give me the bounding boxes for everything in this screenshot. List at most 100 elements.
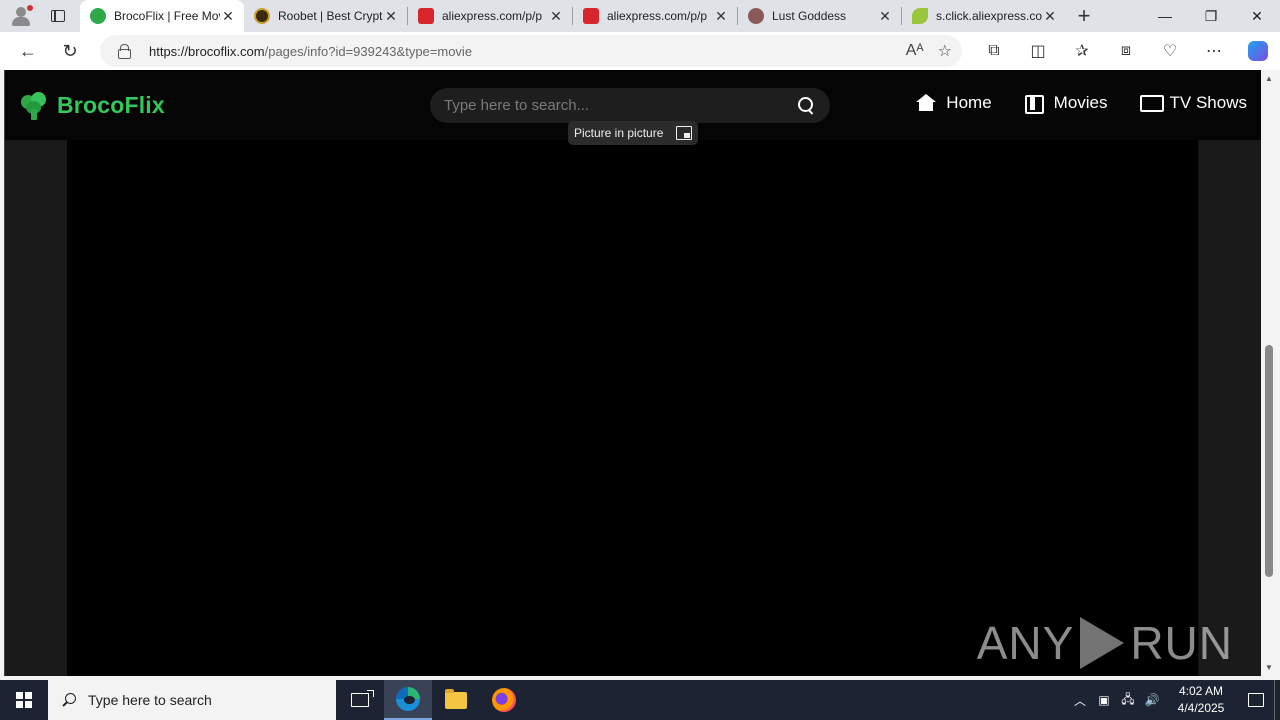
close-icon[interactable]: ✕ — [548, 8, 564, 24]
search-icon[interactable] — [798, 97, 814, 113]
roobet-icon — [254, 8, 270, 24]
file-explorer-button[interactable] — [432, 680, 480, 720]
web-page: BrocoFlix Home Movies TV Shows Picture i… — [4, 70, 1261, 676]
restore-button[interactable]: ❐ — [1188, 0, 1234, 32]
new-tab-button[interactable]: + — [1066, 0, 1102, 32]
show-desktop-button[interactable] — [1274, 680, 1280, 720]
close-icon[interactable]: ✕ — [1042, 8, 1058, 24]
read-aloud-icon[interactable]: Aᴬ — [906, 42, 924, 60]
volume-icon[interactable]: 🔊 — [1140, 680, 1164, 720]
taskbar-search-placeholder: Type here to search — [88, 692, 212, 708]
tab-brocoflix[interactable]: BrocoFlix | Free Movies ✕ — [80, 0, 244, 32]
close-icon[interactable]: ✕ — [383, 8, 399, 24]
browser-essentials-icon[interactable]: ♡ — [1148, 32, 1192, 70]
broccoli-logo-icon — [19, 90, 49, 120]
close-icon[interactable]: ✕ — [220, 8, 236, 24]
site-nav: Home Movies TV Shows — [916, 93, 1247, 114]
nav-tv-shows-label: TV Shows — [1169, 93, 1247, 112]
notification-icon — [1248, 693, 1264, 707]
firefox-icon — [492, 688, 516, 712]
close-icon[interactable]: ✕ — [877, 8, 893, 24]
pip-icon — [676, 126, 692, 140]
collections-icon[interactable]: ⧈ — [1104, 32, 1148, 70]
extensions-icon[interactable]: ⧉ — [972, 32, 1016, 70]
lust-goddess-icon — [748, 8, 764, 24]
play-triangle-icon — [1080, 617, 1125, 669]
tab-title: BrocoFlix | Free Movies — [114, 9, 220, 23]
site-search — [430, 88, 830, 123]
watermark-left: ANY — [976, 617, 1075, 669]
meet-now-icon[interactable]: ▣ — [1092, 680, 1116, 720]
picture-in-picture-button[interactable]: Picture in picture — [568, 121, 698, 145]
aliexpress-icon — [418, 8, 434, 24]
folder-icon — [445, 688, 467, 709]
lock-icon[interactable] — [118, 44, 132, 59]
back-button[interactable]: ← — [7, 32, 49, 70]
address-bar[interactable]: https://brocoflix.com/pages/info?id=9392… — [100, 35, 962, 67]
browser-toolbar: ← ↻ https://brocoflix.com/pages/info?id=… — [0, 32, 1280, 70]
page-scrollbar[interactable]: ▲ ▼ — [1261, 70, 1280, 676]
scroll-up-icon[interactable]: ▲ — [1265, 74, 1273, 83]
aliexpress-icon — [583, 8, 599, 24]
start-button[interactable] — [0, 680, 48, 720]
copilot-icon[interactable] — [1236, 32, 1280, 70]
edge-icon — [396, 687, 420, 711]
tv-icon — [1139, 94, 1164, 112]
video-player[interactable] — [67, 140, 1198, 676]
url-text[interactable]: https://brocoflix.com/pages/info?id=9392… — [149, 44, 472, 59]
tab-title: s.click.aliexpress.co — [936, 9, 1042, 23]
broccoli-icon — [90, 8, 106, 24]
split-screen-icon[interactable]: ◫ — [1016, 32, 1060, 70]
window-controls: — ❐ ✕ — [1142, 0, 1280, 32]
tab-lust-goddess[interactable]: Lust Goddess ✕ — [738, 0, 901, 32]
nav-tv-shows[interactable]: TV Shows — [1139, 93, 1247, 113]
favorites-icon[interactable]: ✰ — [1060, 32, 1104, 70]
clock-date: 4/4/2025 — [1177, 701, 1225, 715]
scroll-down-icon[interactable]: ▼ — [1265, 663, 1273, 672]
system-tray: ︿ ▣ 🖧 🔊 4:02 AM 4/4/2025 — [1068, 680, 1280, 720]
tab-aliexpress-1[interactable]: aliexpress.com/p/p ✕ — [408, 0, 572, 32]
minimize-button[interactable]: — — [1142, 0, 1188, 32]
tab-roobet[interactable]: Roobet | Best Crypto ✕ — [244, 0, 407, 32]
tab-aliexpress-2[interactable]: aliexpress.com/p/p ✕ — [573, 0, 737, 32]
more-menu-icon[interactable]: ⋯ — [1192, 32, 1236, 70]
profile-icon[interactable] — [0, 0, 36, 32]
logo-text: BrocoFlix — [57, 91, 165, 118]
favorite-star-icon[interactable]: ☆ — [938, 41, 952, 61]
notification-center-button[interactable] — [1238, 680, 1274, 720]
tab-title: aliexpress.com/p/p — [607, 9, 708, 23]
url-path: /pages/info?id=939243&type=movie — [264, 43, 473, 59]
nav-movies[interactable]: Movies — [1024, 93, 1108, 114]
taskbar-search[interactable]: Type here to search — [48, 680, 336, 720]
search-icon — [62, 693, 76, 707]
clock[interactable]: 4:02 AM 4/4/2025 — [1164, 683, 1238, 717]
windows-logo-icon — [16, 692, 32, 708]
pip-label: Picture in picture — [574, 126, 664, 140]
show-hidden-icons-chevron-icon[interactable]: ︿ — [1068, 680, 1092, 720]
clock-time: 4:02 AM — [1178, 684, 1224, 698]
tab-title: Roobet | Best Crypto — [278, 9, 383, 23]
close-window-button[interactable]: ✕ — [1234, 0, 1280, 32]
url-host: https://brocoflix.com — [149, 43, 265, 59]
scrollbar-thumb[interactable] — [1265, 345, 1273, 577]
tab-sclick-aliexpress[interactable]: s.click.aliexpress.co ✕ — [902, 0, 1066, 32]
anyrun-watermark: ANY RUN — [977, 616, 1233, 670]
task-view-button[interactable] — [336, 680, 384, 720]
page-left-margin — [5, 140, 67, 676]
search-input[interactable] — [444, 88, 784, 123]
refresh-button[interactable]: ↻ — [49, 32, 91, 70]
browser-tools: ⧉ ◫ ✰ ⧈ ♡ ⋯ — [972, 32, 1280, 70]
edge-taskbar-button[interactable] — [384, 680, 432, 720]
tab-actions-icon[interactable] — [36, 0, 80, 32]
close-icon[interactable]: ✕ — [713, 8, 729, 24]
task-view-icon — [351, 690, 374, 707]
firefox-button[interactable] — [480, 680, 528, 720]
home-icon — [916, 94, 937, 112]
site-logo[interactable]: BrocoFlix — [19, 90, 165, 120]
network-icon[interactable]: 🖧 — [1116, 680, 1140, 720]
page-right-margin — [1199, 140, 1261, 676]
leaf-icon — [912, 8, 928, 24]
nav-home[interactable]: Home — [916, 93, 992, 113]
film-icon — [1024, 94, 1044, 114]
tab-title: Lust Goddess — [772, 9, 847, 23]
